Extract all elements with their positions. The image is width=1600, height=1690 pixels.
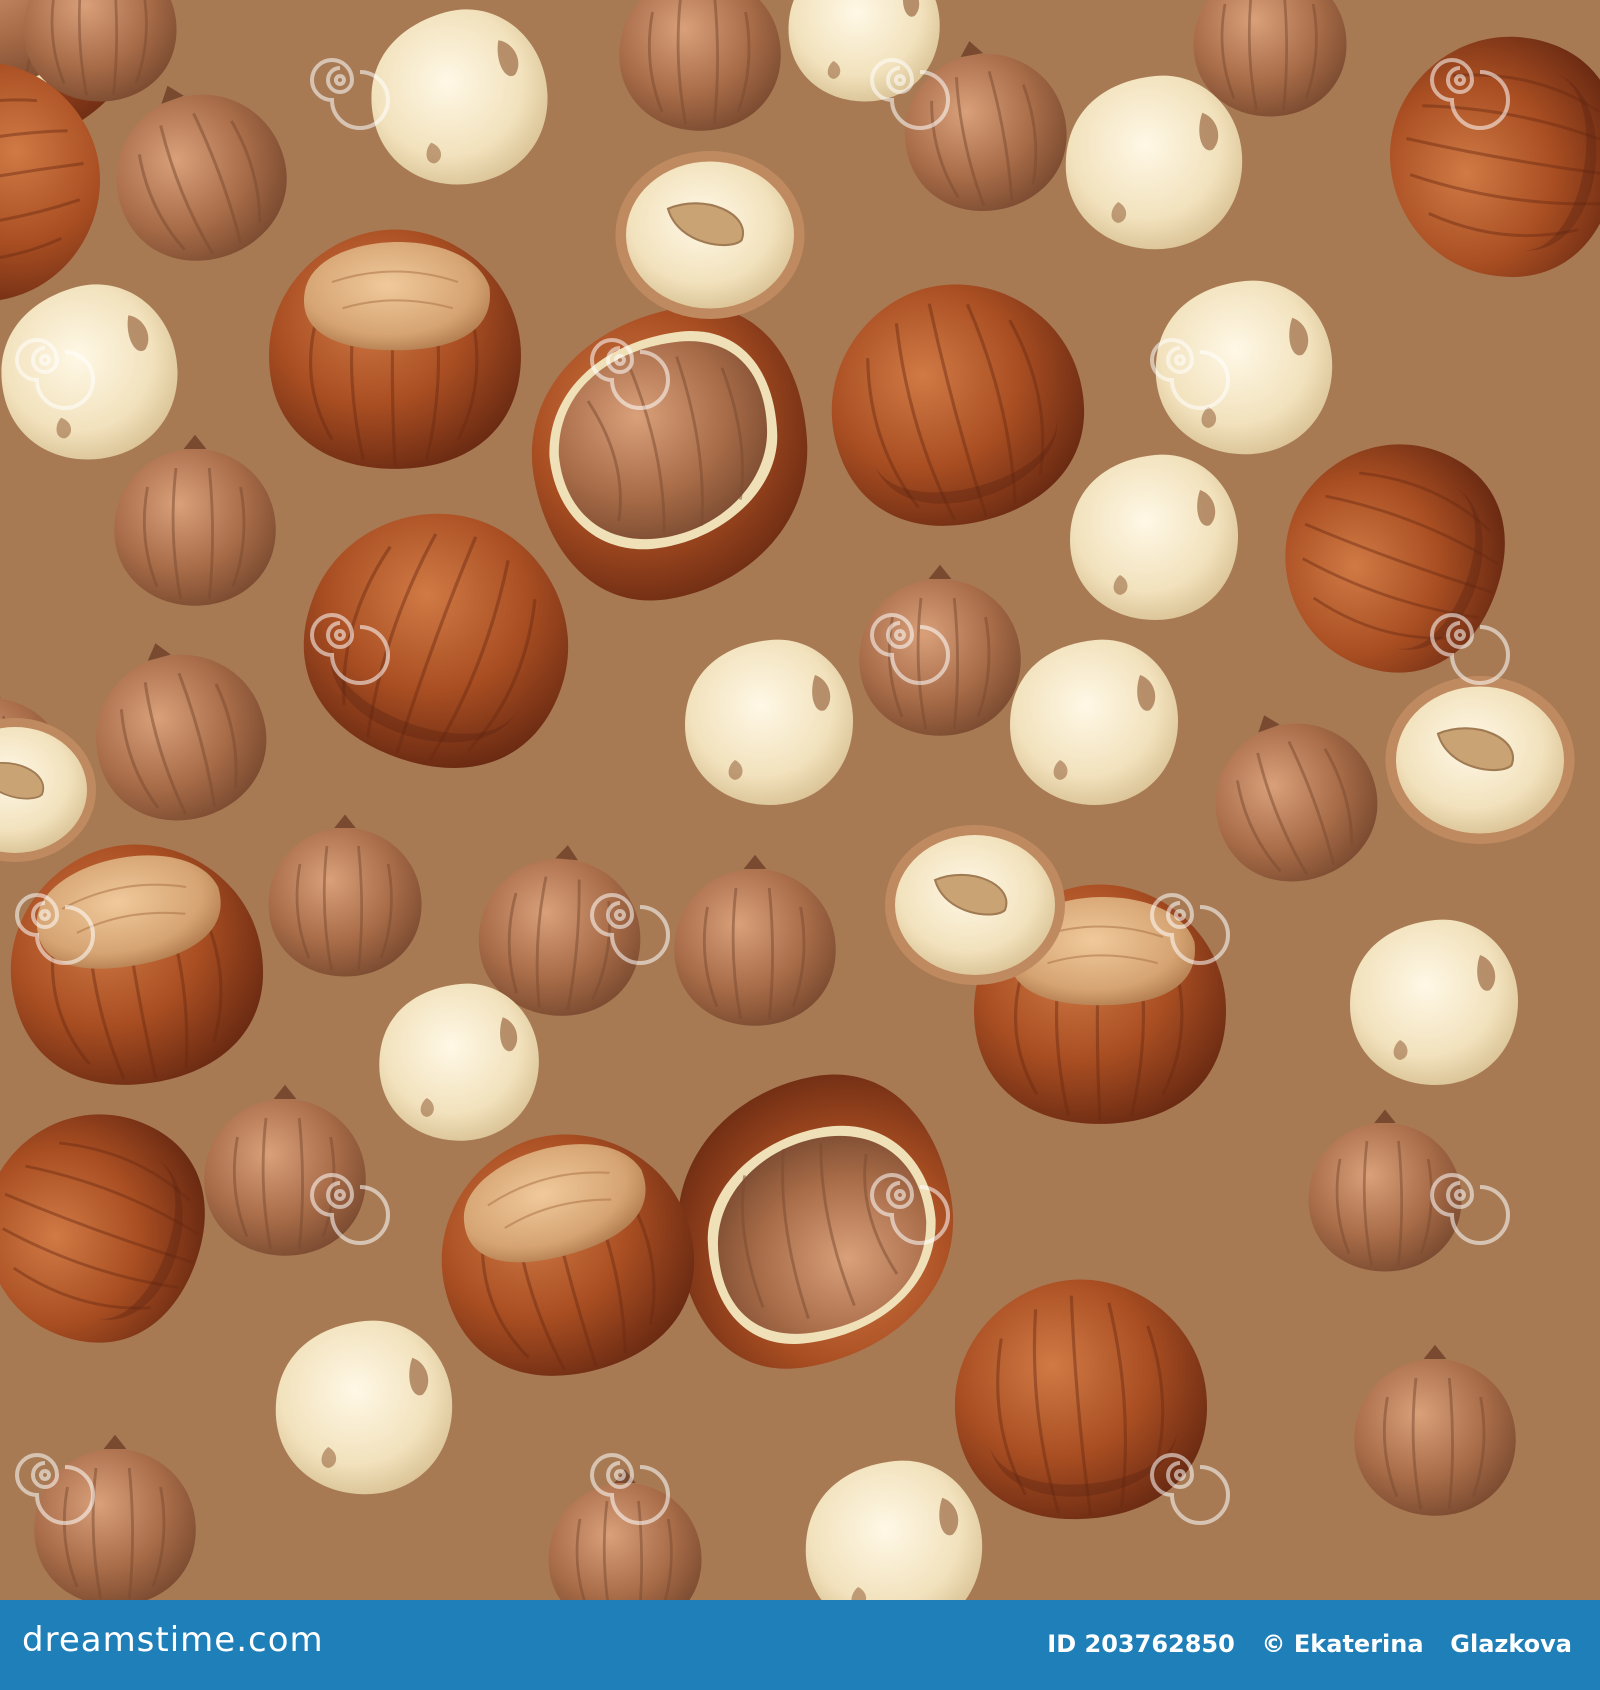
author-first-name: Ekaterina [1293, 1630, 1424, 1658]
brand-logo-text: dreamstime.com [22, 1620, 324, 1660]
nut-illustration [0, 0, 1600, 1600]
id-label: ID [1047, 1630, 1077, 1658]
footer-bar: dreamstime.com ID 203762850 © Ekaterina … [0, 1600, 1600, 1690]
author-last-name: Glazkova [1450, 1630, 1572, 1658]
image-credit: ID 203762850 © Ekaterina Glazkova [1047, 1630, 1572, 1658]
id-value: 203762850 [1084, 1630, 1235, 1658]
copyright-icon: © [1261, 1630, 1286, 1658]
hazelnut-pattern [0, 0, 1600, 1600]
